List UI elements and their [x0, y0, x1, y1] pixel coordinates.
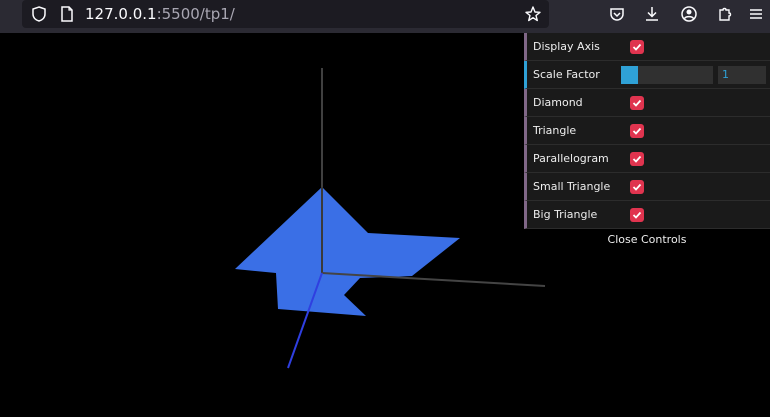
- extensions-icon[interactable]: [714, 3, 736, 25]
- control-label: Diamond: [533, 96, 583, 109]
- control-diamond[interactable]: Diamond: [524, 89, 770, 117]
- control-label: Triangle: [533, 124, 577, 137]
- url-text[interactable]: 127.0.0.1:5500/tp1/: [85, 4, 235, 24]
- control-triangle[interactable]: Triangle: [524, 117, 770, 145]
- control-label: Parallelogram: [533, 152, 609, 165]
- url-path: :5500/tp1/: [156, 5, 235, 23]
- control-label: Small Triangle: [533, 180, 611, 193]
- hamburger-menu-icon[interactable]: [745, 3, 767, 25]
- url-host: 127.0.0.1: [85, 5, 157, 23]
- control-scale-factor[interactable]: Scale Factor 1: [524, 61, 770, 89]
- control-label: Big Triangle: [533, 208, 598, 221]
- checkbox-diamond[interactable]: [630, 96, 644, 110]
- checkbox-big-triangle[interactable]: [630, 208, 644, 222]
- page-icon: [56, 3, 78, 25]
- scale-factor-slider[interactable]: [621, 66, 713, 84]
- slider-fill: [621, 66, 638, 84]
- shield-icon[interactable]: [28, 3, 50, 25]
- checkbox-small-triangle[interactable]: [630, 180, 644, 194]
- control-label: Scale Factor: [533, 68, 600, 81]
- pocket-icon[interactable]: [606, 3, 628, 25]
- download-icon[interactable]: [641, 3, 663, 25]
- control-big-triangle[interactable]: Big Triangle: [524, 201, 770, 229]
- checkbox-parallelogram[interactable]: [630, 152, 644, 166]
- checkbox-triangle[interactable]: [630, 124, 644, 138]
- control-display-axis[interactable]: Display Axis: [524, 33, 770, 61]
- tangram-shape: [235, 187, 460, 316]
- scale-factor-input[interactable]: 1: [718, 66, 766, 84]
- browser-toolbar: 127.0.0.1:5500/tp1/: [0, 0, 770, 33]
- control-label: Display Axis: [533, 40, 600, 53]
- account-icon[interactable]: [678, 3, 700, 25]
- checkbox-display-axis[interactable]: [630, 40, 644, 54]
- close-controls-button[interactable]: Close Controls: [524, 229, 770, 251]
- address-bar[interactable]: 127.0.0.1:5500/tp1/: [22, 0, 549, 28]
- star-icon[interactable]: [522, 3, 544, 25]
- control-parallelogram[interactable]: Parallelogram: [524, 145, 770, 173]
- control-small-triangle[interactable]: Small Triangle: [524, 173, 770, 201]
- controls-panel: Display Axis Scale Factor 1 Diamond Tria…: [524, 33, 770, 229]
